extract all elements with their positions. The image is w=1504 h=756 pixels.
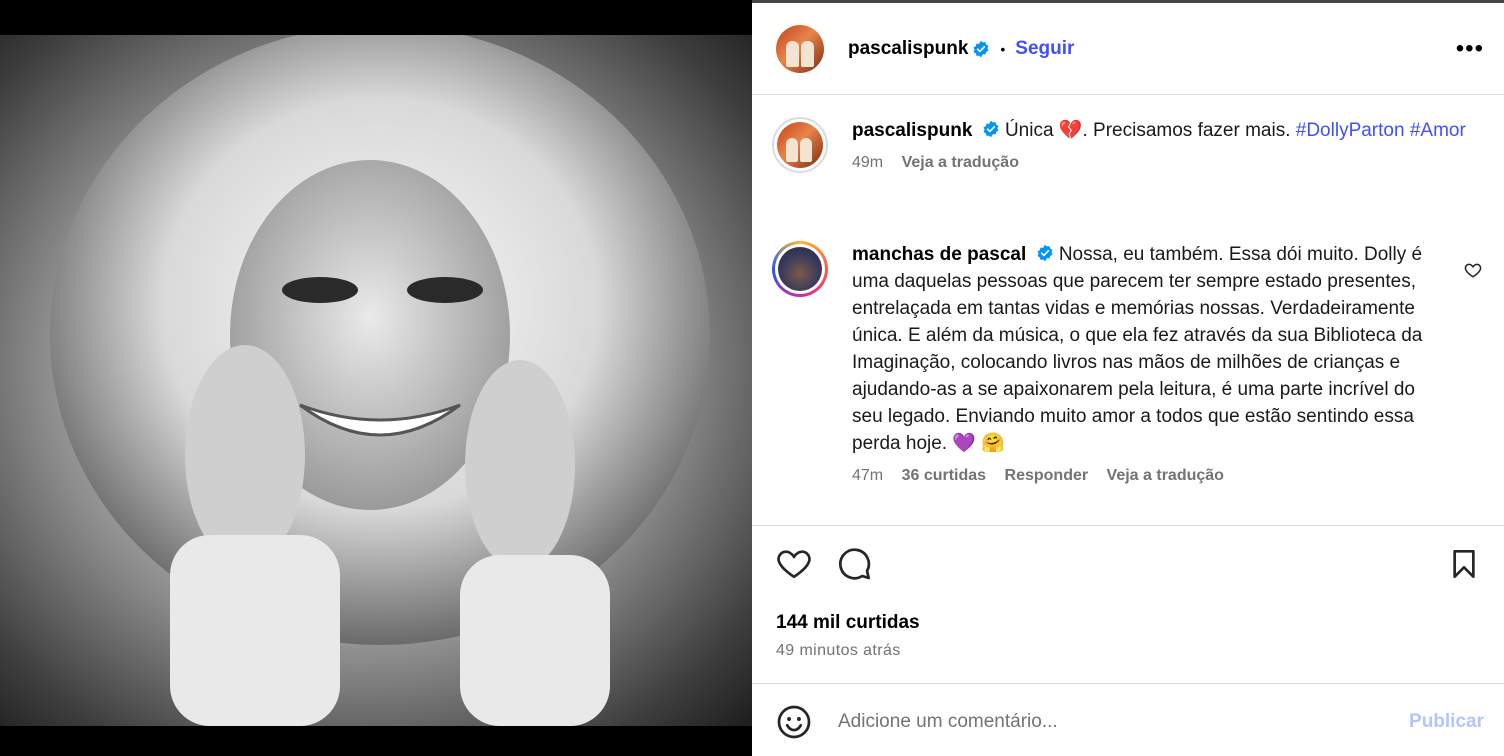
post-timestamp[interactable]: 49 minutos atrás <box>776 642 901 660</box>
commenter-avatar[interactable] <box>772 241 828 297</box>
caption-body-end: . Precisamos fazer mais. <box>1082 120 1291 141</box>
broken-heart-emoji: 💔 <box>1058 120 1083 141</box>
comment-body: Nossa, eu também. Essa dói muito. Dolly … <box>852 244 1423 454</box>
post-details-panel: pascalispunk • Seguir ••• pascalispunk Ú… <box>752 0 1504 756</box>
like-heart-icon[interactable] <box>776 546 812 582</box>
comment-input[interactable] <box>838 710 1410 733</box>
publish-button[interactable]: Publicar <box>1409 711 1484 733</box>
caption-translate-link[interactable]: Veja a tradução <box>902 154 1019 171</box>
hashtag-link[interactable]: #Amor <box>1410 120 1466 141</box>
comment-time[interactable]: 47m <box>852 467 883 484</box>
comment-text: manchas de pascal Nossa, eu também. Essa… <box>852 241 1444 457</box>
caption-text: pascalispunk Única 💔. Precisamos fazer m… <box>852 117 1484 144</box>
verified-badge-icon <box>1037 244 1052 262</box>
more-options-icon[interactable]: ••• <box>1456 35 1484 63</box>
comment-translate-link[interactable]: Veja a tradução <box>1107 467 1224 484</box>
reply-button[interactable]: Responder <box>1005 467 1089 484</box>
follow-button[interactable]: Seguir <box>1015 38 1074 60</box>
emoji-picker-icon[interactable] <box>776 704 812 740</box>
comment-composer: Publicar <box>752 683 1504 756</box>
comment-item: manchas de pascal Nossa, eu também. Essa… <box>772 241 1484 485</box>
author-avatar[interactable] <box>776 24 824 73</box>
commenter-username[interactable]: manchas de pascal <box>852 244 1026 265</box>
comment-bubble-icon[interactable] <box>836 546 872 582</box>
comment-likes-count[interactable]: 36 curtidas <box>902 467 986 484</box>
separator-dot: • <box>1000 40 1006 57</box>
verified-badge-icon <box>973 40 989 57</box>
caption-meta: 49m Veja a tradução <box>852 154 1484 172</box>
post-likes-count[interactable]: 144 mil curtidas <box>776 612 920 634</box>
save-bookmark-icon[interactable] <box>1448 546 1480 582</box>
comments-list[interactable]: pascalispunk Única 💔. Precisamos fazer m… <box>752 95 1504 526</box>
hashtag-link[interactable]: #DollyParton <box>1296 120 1405 141</box>
verified-badge-icon <box>983 120 999 138</box>
post-actions-bar <box>776 546 1480 586</box>
caption-body-start: Única <box>1004 120 1054 141</box>
comment-meta: 47m 36 curtidas Responder Veja a traduçã… <box>852 467 1484 485</box>
post-media <box>0 0 752 756</box>
caption-avatar[interactable] <box>772 117 828 173</box>
author-username[interactable]: pascalispunk <box>848 38 968 60</box>
portrait-illustration <box>50 35 710 726</box>
caption-username[interactable]: pascalispunk <box>852 120 972 141</box>
post-photo[interactable] <box>0 35 752 726</box>
like-comment-heart-icon[interactable] <box>1464 261 1482 279</box>
post-header: pascalispunk • Seguir ••• <box>752 3 1504 95</box>
caption-comment: pascalispunk Única 💔. Precisamos fazer m… <box>772 117 1484 173</box>
caption-time[interactable]: 49m <box>852 154 883 171</box>
